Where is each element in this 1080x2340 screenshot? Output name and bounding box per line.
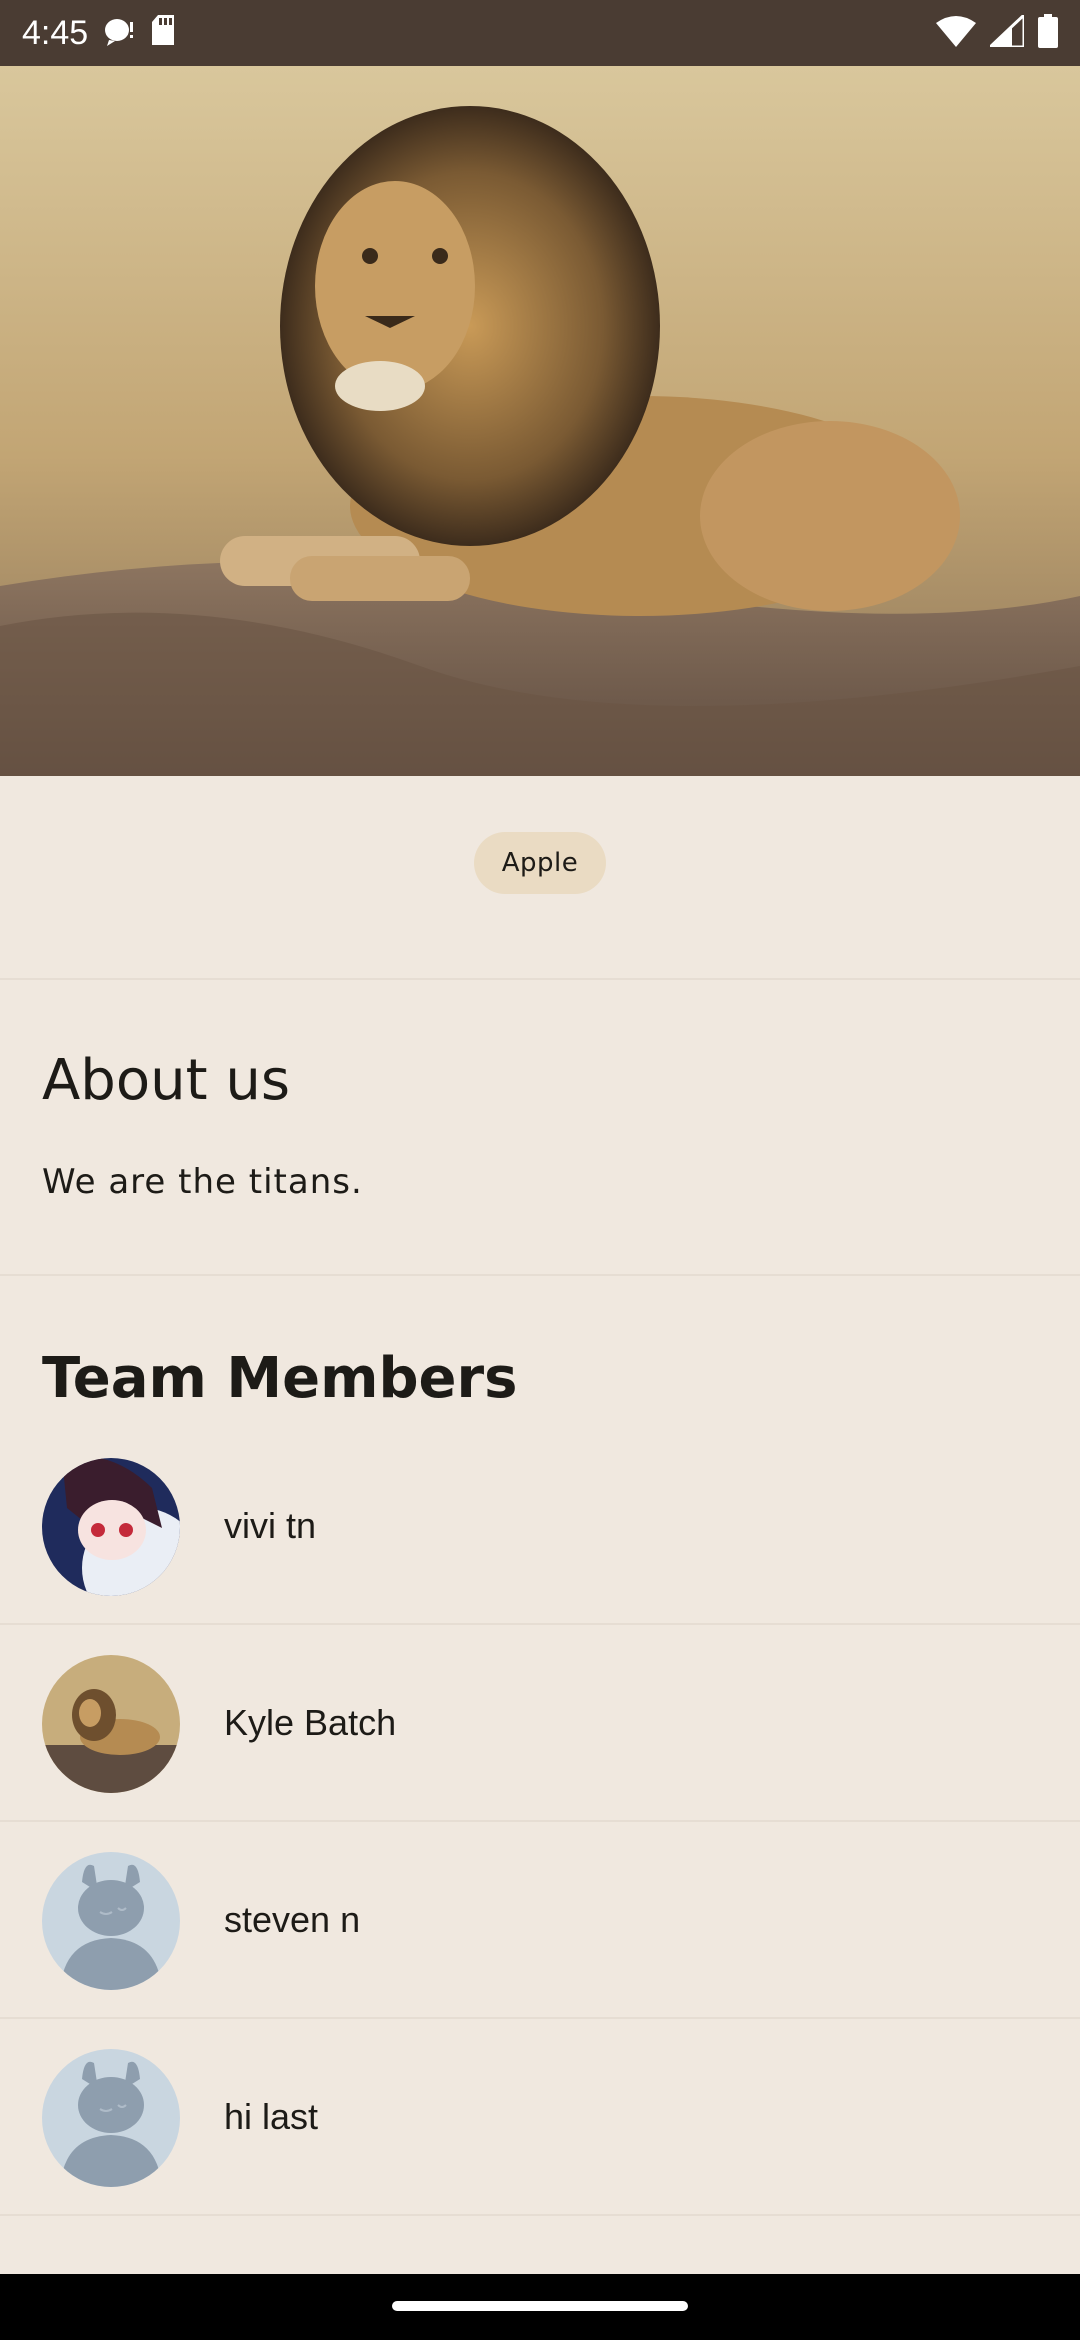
battery-icon — [1038, 14, 1058, 52]
status-bar: 4:45 — [0, 0, 1080, 66]
talkback-icon — [104, 16, 138, 50]
about-text: We are the titans. — [42, 1162, 363, 1202]
home-gesture-handle[interactable] — [392, 2301, 688, 2311]
member-name: hi last — [224, 2095, 319, 2137]
list-item[interactable]: Kyle Batch — [0, 1625, 1080, 1822]
about-title: About us — [42, 1048, 291, 1113]
list-item[interactable]: hi last — [0, 2019, 1080, 2216]
app-screen: 4:45 Apple About us We are the titans. T… — [0, 0, 1080, 2340]
member-name: Kyle Batch — [224, 1701, 397, 1743]
list-item[interactable]: vivi tn — [0, 1428, 1080, 1625]
signal-icon — [986, 11, 1026, 51]
lion-avatar — [42, 1655, 180, 1793]
category-chip[interactable]: Apple — [473, 832, 607, 894]
hero-image — [0, 66, 1080, 776]
member-name: steven n — [224, 1898, 361, 1940]
status-time: 4:45 — [22, 13, 89, 52]
default-avatar-icon — [42, 2049, 180, 2187]
navigation-bar — [0, 2274, 1080, 2340]
list-item[interactable]: steven n — [0, 1822, 1080, 2019]
divider — [0, 1274, 1080, 1276]
member-list: vivi tn Kyle Batch steven n hi last — [0, 1428, 1080, 2216]
member-name: vivi tn — [224, 1504, 317, 1546]
team-title: Team Members — [42, 1346, 518, 1411]
anime-avatar — [42, 1458, 180, 1596]
sd-card-icon — [150, 15, 176, 51]
default-avatar-icon — [42, 1852, 180, 1990]
wifi-icon — [936, 15, 976, 51]
divider — [0, 978, 1080, 980]
